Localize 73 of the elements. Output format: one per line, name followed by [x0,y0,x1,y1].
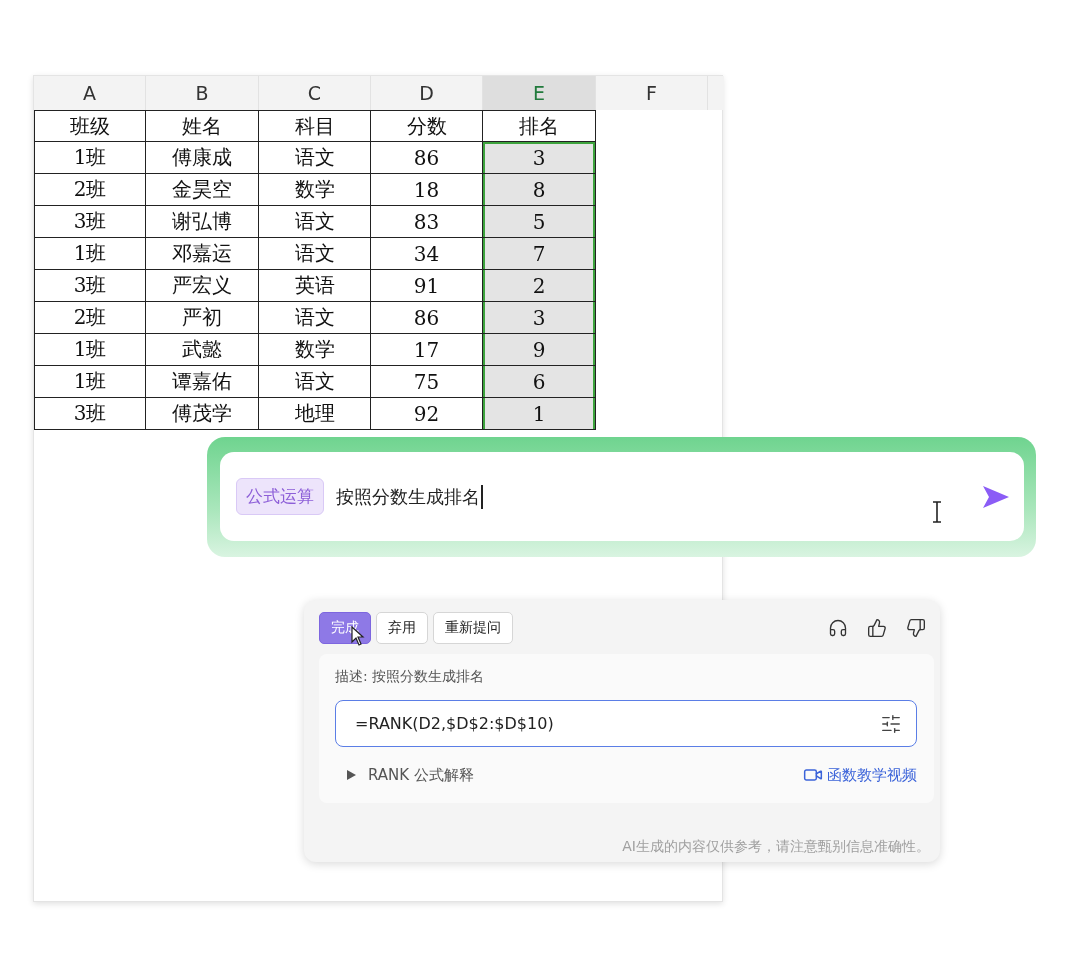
prompt-text: 按照分数生成排名 [336,484,483,509]
settings-icon[interactable] [880,712,902,735]
table-cell: 3 [483,142,596,174]
description-text: 描述: 按照分数生成排名 [335,668,486,686]
action-button[interactable]: 弃用 [376,612,428,644]
send-icon[interactable] [982,484,1010,509]
headset-icon[interactable] [828,618,848,638]
table-cell: 1班 [34,142,146,174]
table-cell: 2班 [34,302,146,334]
table-cell: 6 [483,366,596,398]
table-cell: 分数 [371,110,483,142]
column-header[interactable]: D [371,76,483,110]
table-cell: 科目 [259,110,371,142]
table-cell: 排名 [483,110,596,142]
thumbs-up-icon[interactable] [867,618,887,638]
table-cell: 86 [371,142,483,174]
table-cell: 语文 [259,302,371,334]
table-cell: 严初 [146,302,259,334]
table-cell: 92 [371,398,483,430]
table-cell: 傅茂学 [146,398,259,430]
table-cell: 3班 [34,270,146,302]
table-cell: 9 [483,334,596,366]
table-cell: 2 [483,270,596,302]
table-cell: 班级 [34,110,146,142]
table-cell: 17 [371,334,483,366]
table-cell: 数学 [259,174,371,206]
table-cell: 91 [371,270,483,302]
tutorial-video-link[interactable]: 函数教学视频 [803,765,917,785]
column-header[interactable]: B [146,76,259,110]
disclaimer-text: AI生成的内容仅供参考，请注意甄别信息准确性。 [621,838,931,856]
table-cell: 语文 [259,206,371,238]
table-cell: 英语 [259,270,371,302]
column-header[interactable]: C [259,76,371,110]
category-tag: 公式运算 [236,478,324,515]
table-cell: 严宏义 [146,270,259,302]
table-cell: 7 [483,238,596,270]
table-cell: 傅康成 [146,142,259,174]
column-header[interactable]: A [34,76,146,110]
table-cell: 3班 [34,398,146,430]
table-cell: 金昊空 [146,174,259,206]
triangle-icon [347,770,356,780]
action-button[interactable]: 重新提问 [433,612,513,644]
table-cell: 83 [371,206,483,238]
column-header[interactable]: E [483,76,596,110]
table-cell: 地理 [259,398,371,430]
prompt-field[interactable]: 公式运算 按照分数生成排名 [220,452,1024,541]
column-header[interactable]: F [596,76,708,110]
table-cell: 语文 [259,142,371,174]
formula-field[interactable]: =RANK(D2,$D$2:$D$10) [335,700,917,747]
table-cell: 谢弘博 [146,206,259,238]
explain-toggle[interactable]: RANK 公式解释 [347,765,474,785]
table-cell: 8 [483,174,596,206]
table-cell: 3 [483,302,596,334]
table-cell: 5 [483,206,596,238]
table-cell: 2班 [34,174,146,206]
thumbs-down-icon[interactable] [906,618,926,638]
table-cell: 1 [483,398,596,430]
table-cell: 18 [371,174,483,206]
table-cell: 语文 [259,366,371,398]
table-cell: 语文 [259,238,371,270]
table-cell: 数学 [259,334,371,366]
table-cell: 34 [371,238,483,270]
table-cell: 武懿 [146,334,259,366]
table-cell: 1班 [34,334,146,366]
table-cell: 75 [371,366,483,398]
table-cell: 谭嘉佑 [146,366,259,398]
text-cursor-icon [932,500,942,523]
table-cell: 86 [371,302,483,334]
table-cell: 姓名 [146,110,259,142]
table-cell: 1班 [34,366,146,398]
table-cell: 1班 [34,238,146,270]
table-cell: 邓嘉运 [146,238,259,270]
table-cell: 3班 [34,206,146,238]
